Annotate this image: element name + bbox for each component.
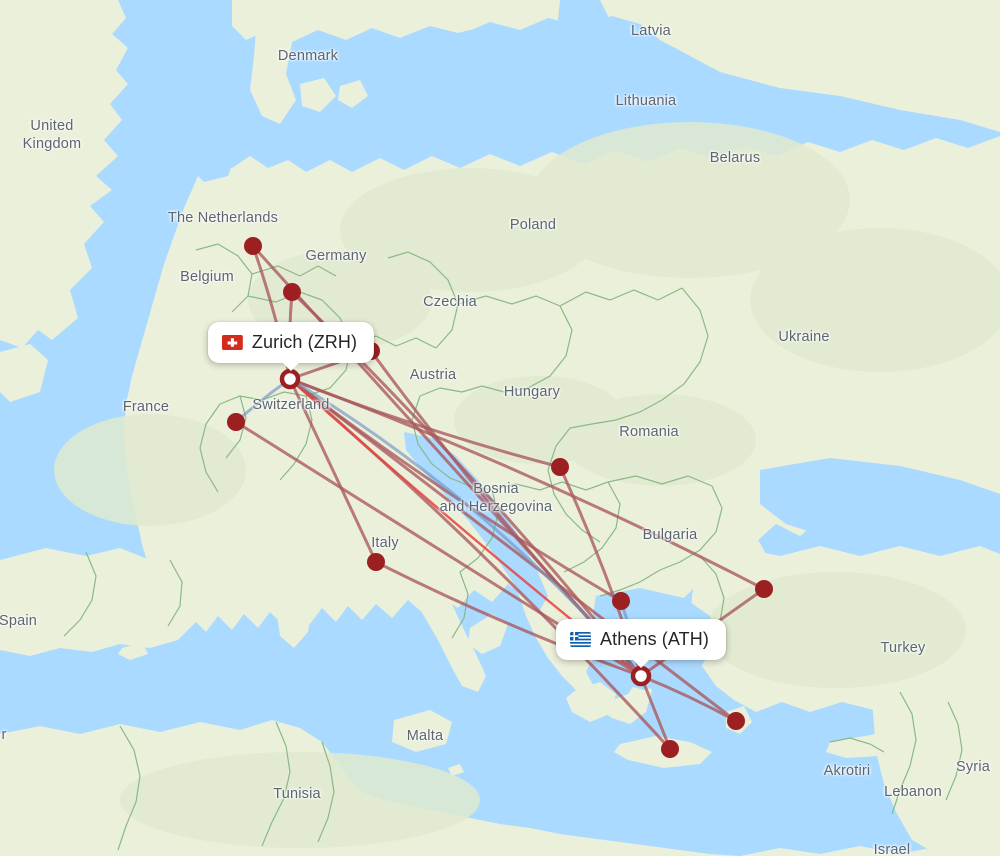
hub-node-zrh[interactable] — [279, 368, 301, 390]
swiss-flag-icon — [221, 335, 243, 350]
airport-node-istanbul[interactable] — [755, 580, 773, 598]
airport-node-amsterdam[interactable] — [244, 237, 262, 255]
map-canvas — [0, 0, 1000, 856]
airport-node-dusseldorf[interactable] — [283, 283, 301, 301]
hub-node-ath[interactable] — [630, 665, 652, 687]
airport-node-belgrade[interactable] — [551, 458, 569, 476]
flight-route-map[interactable]: United Kingdom Denmark Latvia Lithuania Bela… — [0, 0, 1000, 856]
airport-node-thessaloniki[interactable] — [612, 592, 630, 610]
greek-flag-icon — [570, 632, 592, 647]
airport-node-rome[interactable] — [367, 553, 385, 571]
city-callout-ath[interactable]: Athens (ATH) — [556, 619, 726, 668]
airport-node-rhodes[interactable] — [727, 712, 745, 730]
city-callout-zrh[interactable]: Zurich (ZRH) — [207, 322, 375, 371]
land-iberia — [0, 548, 206, 656]
airport-node-geneva[interactable] — [227, 413, 245, 431]
city-callout-label-zrh: Zurich (ZRH) — [251, 332, 358, 352]
airport-node-heraklion[interactable] — [661, 740, 679, 758]
city-callout-label-ath: Athens (ATH) — [600, 629, 709, 649]
